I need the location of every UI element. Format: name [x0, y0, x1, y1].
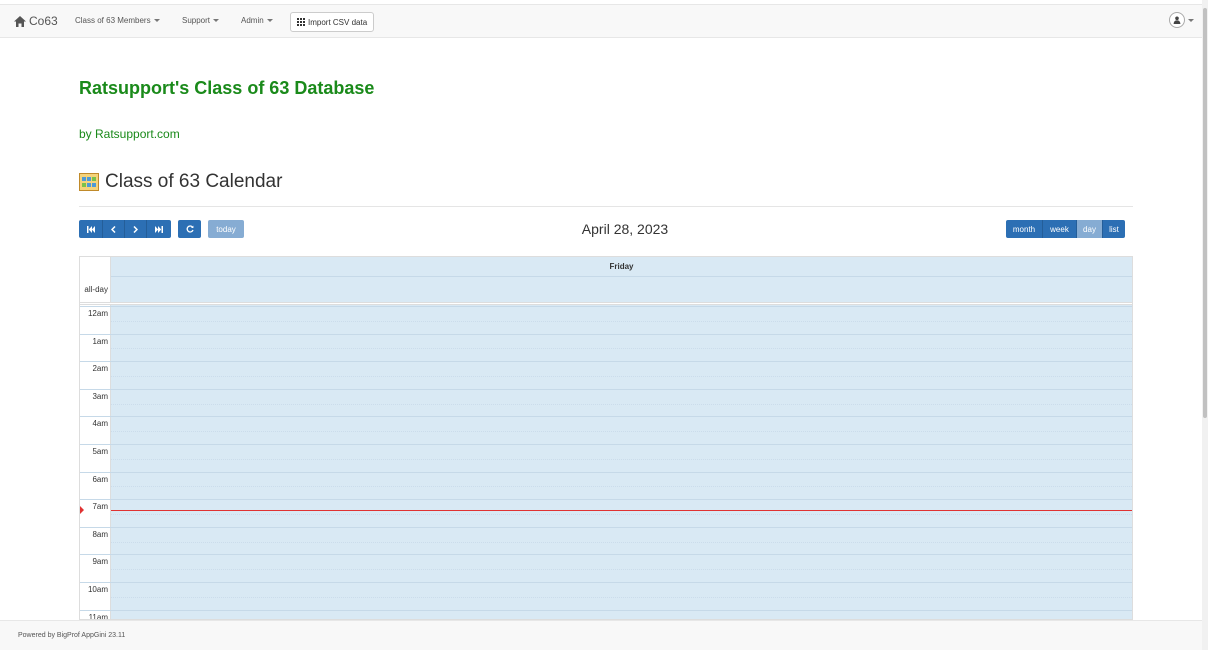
- time-slot[interactable]: 6am: [80, 471, 1132, 500]
- skip-forward-icon: [155, 225, 163, 233]
- time-slot-label: 1am: [92, 336, 108, 346]
- view-list-button[interactable]: list: [1103, 220, 1125, 238]
- home-icon: [14, 15, 26, 27]
- half-hour-line: [111, 403, 1132, 405]
- time-slot[interactable]: 11am: [80, 609, 1132, 620]
- allday-label: all-day: [84, 285, 108, 294]
- time-slot[interactable]: 5am: [80, 444, 1132, 472]
- half-hour-line: [111, 431, 1132, 433]
- menu-class-of-63-members[interactable]: Class of 63 Members: [75, 16, 160, 25]
- caret-down-icon: [213, 19, 220, 23]
- half-hour-line: [111, 513, 1132, 515]
- half-hour-line: [111, 596, 1132, 598]
- allday-divider: [80, 302, 1132, 305]
- time-slot[interactable]: 10am: [80, 582, 1132, 610]
- view-switcher: month week day list: [1006, 220, 1125, 238]
- now-indicator-arrow: [80, 505, 84, 514]
- time-slot[interactable]: 12am: [80, 306, 1132, 334]
- next-year-button[interactable]: [147, 220, 171, 238]
- time-slot-label: 12am: [87, 309, 108, 318]
- skip-back-icon: [86, 225, 95, 233]
- time-slot-label: 9am: [92, 557, 108, 567]
- time-slot[interactable]: 7am: [80, 499, 1132, 527]
- time-slot-label: 5am: [92, 447, 108, 456]
- time-slot-label: 10am: [87, 585, 108, 594]
- half-hour-line: [111, 569, 1132, 571]
- footer: Powered by BigProf AppGini 23.11: [0, 620, 1202, 650]
- caret-down-icon: [153, 19, 160, 23]
- next-button[interactable]: [125, 220, 147, 238]
- divider: [79, 206, 1133, 207]
- half-hour-line: [111, 458, 1132, 460]
- brand-label: Co63: [29, 14, 58, 28]
- time-slot-label: 4am: [92, 419, 108, 429]
- menu-support[interactable]: Support: [182, 16, 220, 25]
- time-slot[interactable]: 9am: [80, 554, 1132, 582]
- import-csv-button[interactable]: Import CSV data: [290, 12, 375, 32]
- today-button-group: today: [208, 220, 244, 238]
- view-month-button[interactable]: month: [1006, 220, 1043, 238]
- half-hour-line: [111, 375, 1132, 377]
- time-slot[interactable]: 8am: [80, 526, 1132, 555]
- view-day-button[interactable]: day: [1077, 220, 1103, 238]
- brand-link[interactable]: Co63: [14, 14, 58, 28]
- calendar-heading: Class of 63 Calendar: [79, 171, 282, 193]
- time-slot[interactable]: 1am: [80, 333, 1132, 362]
- scrollbar-thumb[interactable]: [1203, 8, 1207, 418]
- refresh-button[interactable]: [178, 220, 201, 238]
- caret-down-icon: [266, 19, 273, 23]
- calendar-icon: [79, 173, 99, 191]
- user-avatar: [1169, 12, 1185, 28]
- half-hour-line: [111, 486, 1132, 488]
- menu-admin[interactable]: Admin: [241, 16, 273, 25]
- menu-label: Class of 63 Members: [75, 16, 151, 25]
- user-menu[interactable]: [1169, 12, 1194, 28]
- time-slot-label: 8am: [92, 529, 108, 539]
- user-icon: [1173, 16, 1181, 24]
- refresh-icon: [186, 225, 194, 233]
- prev-button[interactable]: [103, 220, 125, 238]
- now-indicator-line: [111, 509, 1132, 511]
- menu-label: Admin: [241, 16, 264, 25]
- refresh-button-group: [178, 220, 201, 238]
- page-title: Ratsupport's Class of 63 Database: [79, 78, 375, 98]
- view-week-button[interactable]: week: [1043, 220, 1077, 238]
- half-hour-line: [111, 320, 1132, 322]
- prev-year-button[interactable]: [79, 220, 103, 238]
- time-slot[interactable]: 4am: [80, 416, 1132, 444]
- current-date-title: April 28, 2023: [581, 221, 669, 237]
- chevron-left-icon: [111, 225, 116, 233]
- time-slot[interactable]: 3am: [80, 388, 1132, 417]
- time-slot-label: 7am: [92, 502, 108, 512]
- time-slot-label: 6am: [92, 474, 108, 484]
- calendar-heading-label: Class of 63 Calendar: [105, 171, 283, 192]
- page-subtitle: by Ratsupport.com: [79, 127, 180, 141]
- time-slot-label: 3am: [92, 391, 108, 401]
- chevron-right-icon: [133, 225, 138, 233]
- navigation-button-group: [79, 220, 171, 238]
- half-hour-line: [111, 348, 1132, 350]
- import-label: Import CSV data: [308, 17, 368, 27]
- day-calendar: Friday all-day 12am 1am 2am 3am 4am 5am 6am 7am…: [79, 256, 1133, 620]
- caret-down-icon: [1188, 18, 1194, 22]
- page-scrollbar[interactable]: [1202, 0, 1208, 650]
- grid-icon: [297, 18, 305, 26]
- time-slot-label: 2am: [92, 364, 108, 374]
- top-navbar: Co63 Class of 63 Members Support Admin I…: [0, 4, 1202, 38]
- time-slot[interactable]: 2am: [80, 361, 1132, 389]
- time-slot-label: 11am: [88, 612, 108, 620]
- menu-label: Support: [182, 16, 211, 25]
- day-header: Friday: [111, 257, 1132, 277]
- half-hour-line: [111, 541, 1132, 543]
- today-button[interactable]: today: [208, 220, 244, 238]
